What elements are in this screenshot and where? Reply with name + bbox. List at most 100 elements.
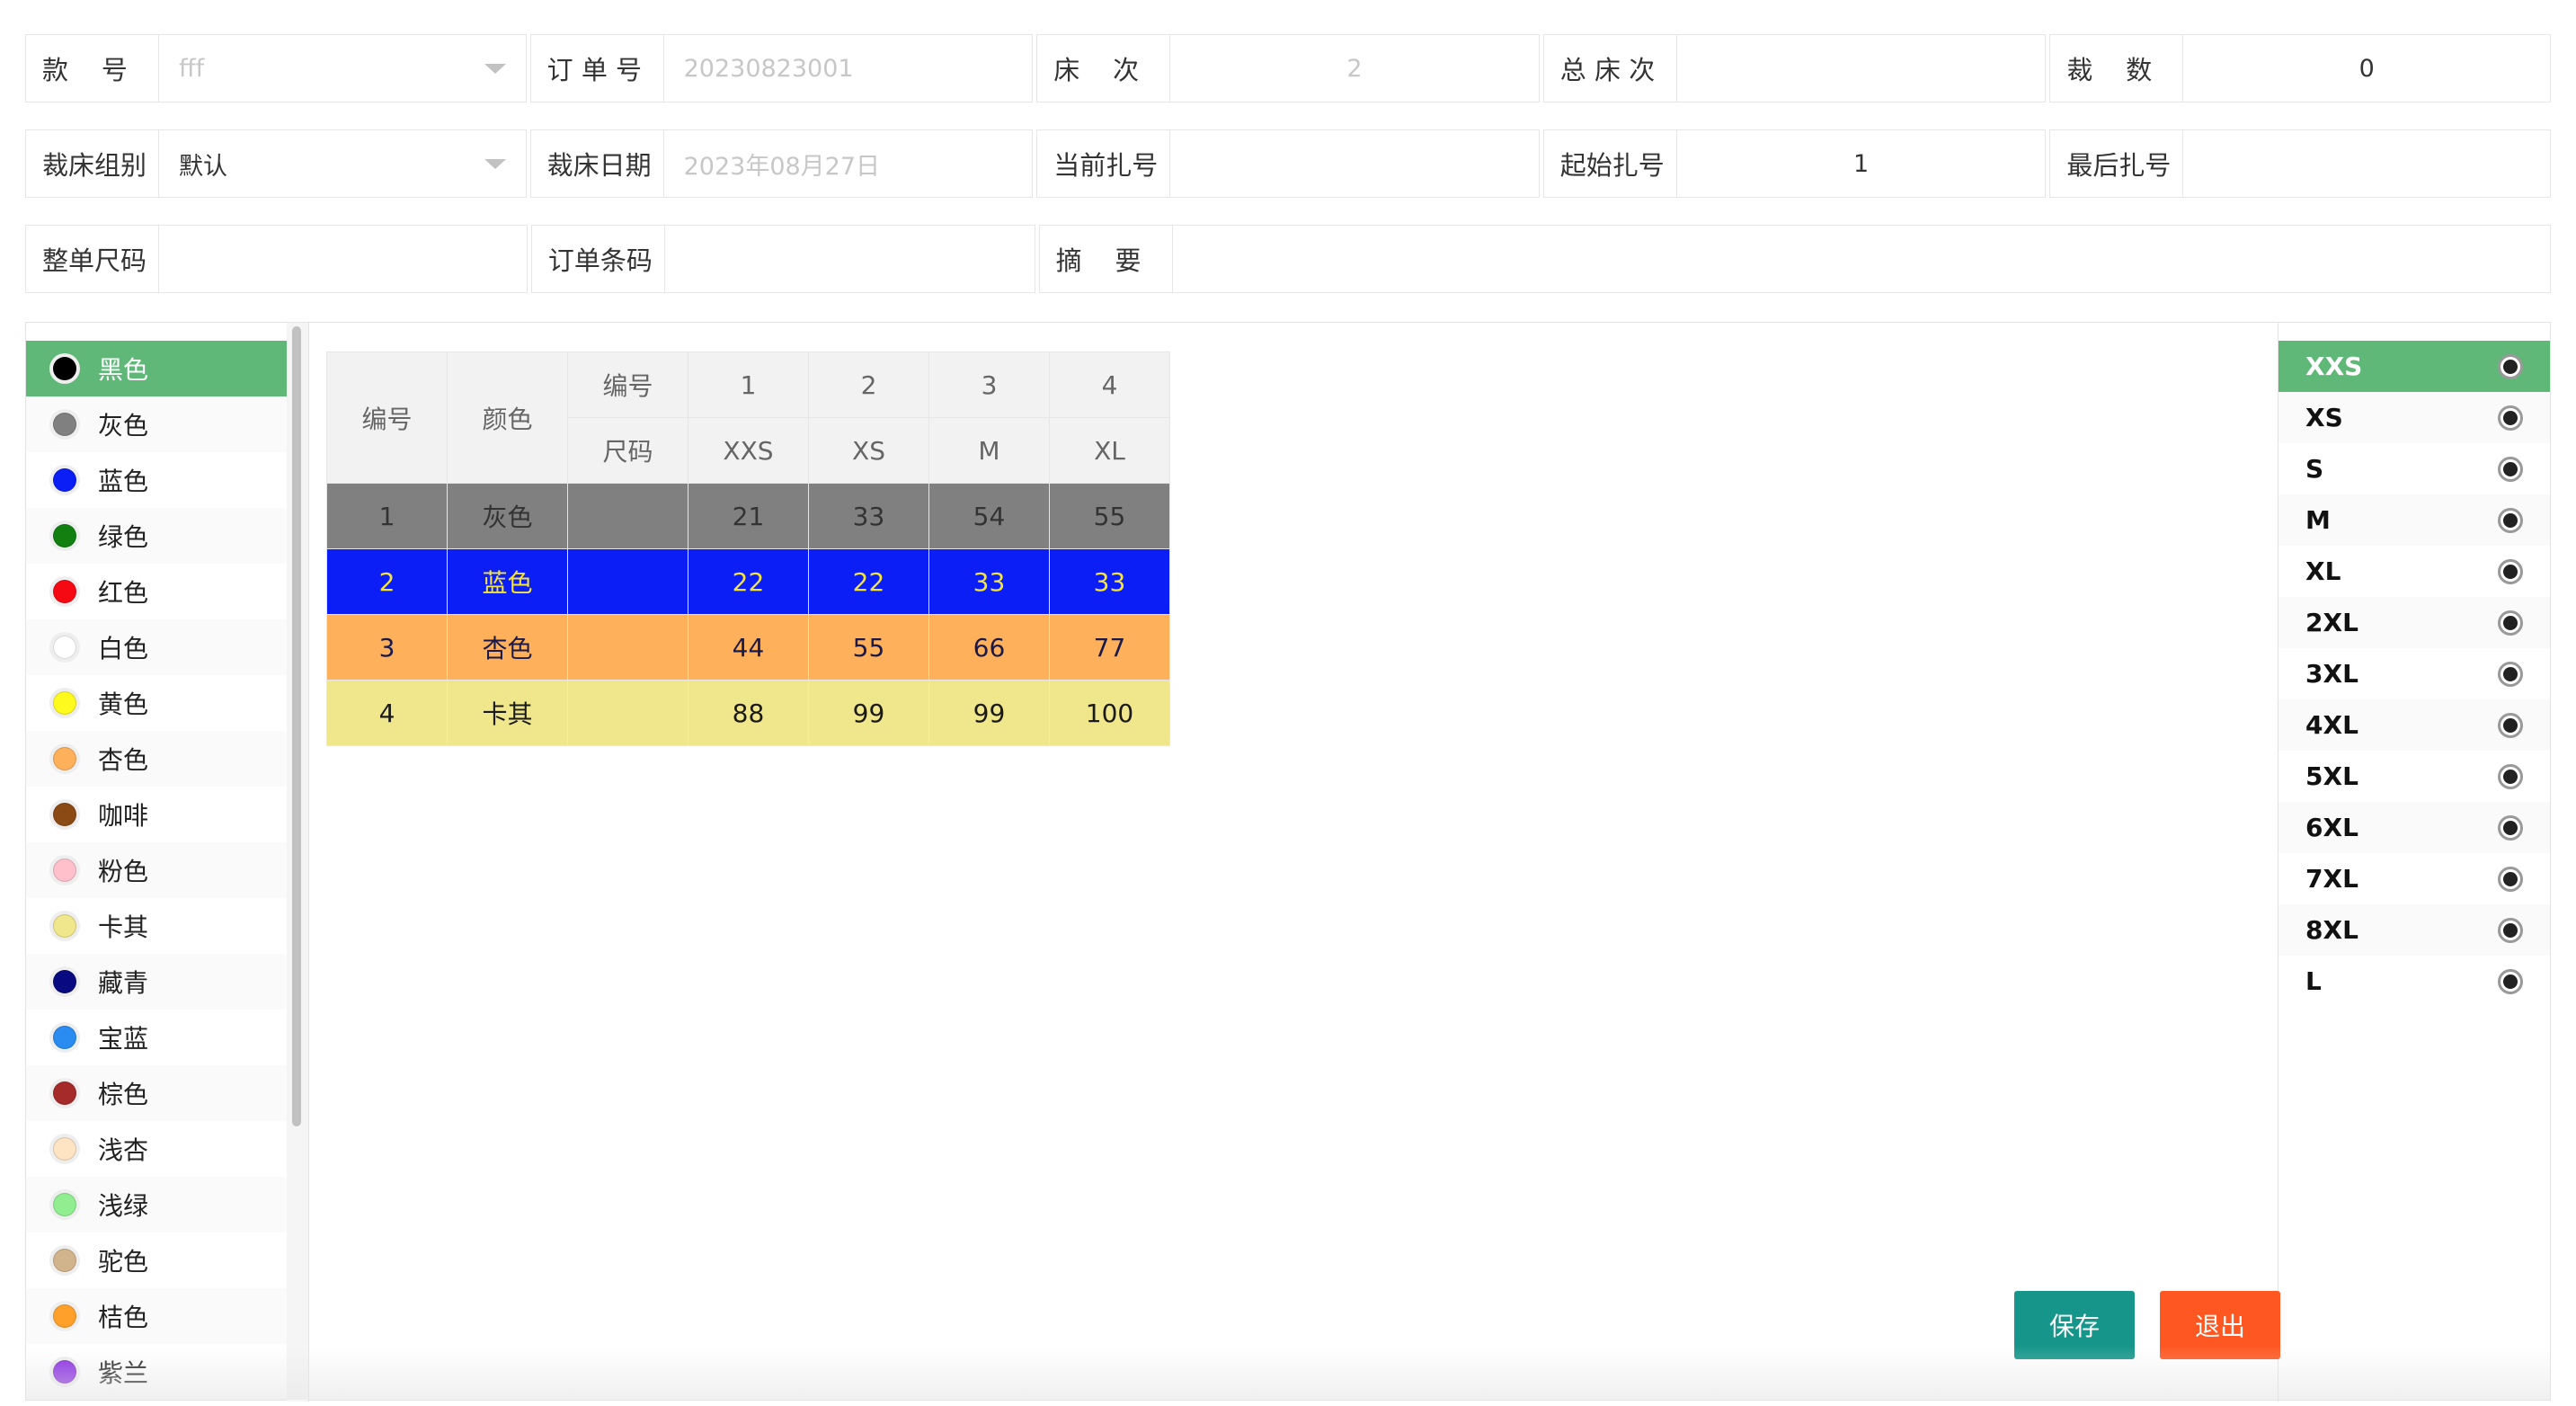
cell-qty[interactable]: 77	[1049, 614, 1170, 681]
chevron-down-icon[interactable]	[484, 159, 506, 169]
color-item[interactable]: 藏青	[26, 954, 287, 1010]
summary-field[interactable]: 摘 要	[1038, 225, 2551, 293]
color-swatch-icon	[53, 468, 76, 492]
color-item[interactable]: 黄色	[26, 675, 287, 731]
cell-qty[interactable]: 33	[928, 548, 1050, 615]
cell-qty[interactable]: 54	[928, 483, 1050, 549]
color-item[interactable]: 红色	[26, 564, 287, 619]
size-item[interactable]: S	[2278, 443, 2550, 494]
cell-qty[interactable]: 21	[688, 483, 809, 549]
order-barcode-input[interactable]	[665, 226, 1035, 292]
color-list-scrollbar[interactable]	[287, 323, 309, 1402]
scrollbar-thumb[interactable]	[292, 326, 301, 1126]
cut-count-field[interactable]: 裁 数 0	[2049, 34, 2551, 102]
size-item[interactable]: L	[2278, 956, 2550, 1007]
cell-qty[interactable]: 99	[928, 680, 1050, 746]
size-item[interactable]: XXS	[2278, 341, 2550, 392]
size-item[interactable]: XL	[2278, 546, 2550, 597]
color-item[interactable]: 浅杏	[26, 1121, 287, 1177]
color-item[interactable]: 杏色	[26, 731, 287, 787]
size-item[interactable]: 7XL	[2278, 853, 2550, 904]
save-button[interactable]: 保存	[2014, 1291, 2135, 1359]
radio-icon[interactable]	[2498, 507, 2523, 533]
cutting-date-input[interactable]: 2023年08月27日	[664, 130, 1033, 197]
current-bundle-input[interactable]	[1170, 130, 1539, 197]
color-item[interactable]: 棕色	[26, 1065, 287, 1121]
radio-icon[interactable]	[2498, 968, 2523, 994]
radio-icon[interactable]	[2498, 917, 2523, 943]
table-row[interactable]: 4 卡其 88 99 99 100	[326, 680, 1170, 746]
bed-no-input[interactable]: 2	[1170, 35, 1539, 102]
radio-icon[interactable]	[2498, 712, 2523, 738]
color-item[interactable]: 粉色	[26, 842, 287, 898]
cell-qty[interactable]: 66	[928, 614, 1050, 681]
cell-qty[interactable]: 33	[1049, 548, 1170, 615]
radio-icon[interactable]	[2498, 610, 2523, 636]
cell-qty[interactable]: 55	[1049, 483, 1170, 549]
radio-icon[interactable]	[2498, 456, 2523, 482]
size-item[interactable]: M	[2278, 494, 2550, 546]
color-swatch-icon	[53, 524, 76, 547]
size-item[interactable]: 2XL	[2278, 597, 2550, 648]
table-row[interactable]: 3 杏色 44 55 66 77	[326, 614, 1170, 681]
exit-button[interactable]: 退出	[2160, 1291, 2280, 1359]
color-item[interactable]: 紫兰	[26, 1344, 287, 1400]
color-item[interactable]: 蓝色	[26, 452, 287, 508]
cell-qty[interactable]: 100	[1049, 680, 1170, 746]
order-size-field[interactable]: 整单尺码	[25, 225, 528, 293]
total-bed-input[interactable]	[1677, 35, 2046, 102]
style-no-select[interactable]: fff	[159, 35, 526, 102]
radio-icon[interactable]	[2498, 866, 2523, 892]
style-no-field[interactable]: 款 号 fff	[25, 34, 527, 102]
last-bundle-field[interactable]: 最后扎号	[2049, 129, 2551, 198]
cutting-group-field[interactable]: 裁床组别 默认	[25, 129, 527, 198]
radio-icon[interactable]	[2498, 763, 2523, 789]
color-item[interactable]: 白色	[26, 619, 287, 675]
color-item[interactable]: 卡其	[26, 898, 287, 954]
cell-qty[interactable]: 55	[808, 614, 929, 681]
chevron-down-icon[interactable]	[484, 64, 506, 74]
start-bundle-input[interactable]: 1	[1677, 130, 2046, 197]
size-item[interactable]: 4XL	[2278, 699, 2550, 751]
cell-qty[interactable]: 33	[808, 483, 929, 549]
order-no-field[interactable]: 订 单 号 20230823001	[529, 34, 1034, 102]
color-item[interactable]: 浅绿	[26, 1177, 287, 1232]
cell-qty[interactable]: 22	[808, 548, 929, 615]
summary-input[interactable]	[1173, 226, 2550, 292]
start-bundle-field[interactable]: 起始扎号 1	[1542, 129, 2047, 198]
radio-icon[interactable]	[2498, 353, 2523, 379]
color-item[interactable]: 宝蓝	[26, 1010, 287, 1065]
total-bed-field[interactable]: 总 床 次	[1542, 34, 2047, 102]
cutting-date-field[interactable]: 裁床日期 2023年08月27日	[529, 129, 1034, 198]
cell-qty[interactable]: 44	[688, 614, 809, 681]
bed-no-field[interactable]: 床 次 2	[1036, 34, 1540, 102]
order-size-input[interactable]	[159, 226, 527, 292]
size-item[interactable]: 5XL	[2278, 751, 2550, 802]
cell-qty[interactable]: 22	[688, 548, 809, 615]
color-item[interactable]: 灰色	[26, 396, 287, 452]
cutting-group-select[interactable]: 默认	[159, 130, 526, 197]
cell-color: 杏色	[447, 614, 568, 681]
color-item[interactable]: 绿色	[26, 508, 287, 564]
table-row[interactable]: 1 灰色 21 33 54 55	[326, 483, 1170, 549]
size-item[interactable]: 8XL	[2278, 904, 2550, 956]
last-bundle-input[interactable]	[2183, 130, 2550, 197]
size-item[interactable]: 3XL	[2278, 648, 2550, 699]
radio-icon[interactable]	[2498, 405, 2523, 431]
order-barcode-field[interactable]: 订单条码	[530, 225, 1035, 293]
color-item[interactable]: 桔色	[26, 1288, 287, 1344]
order-no-input[interactable]: 20230823001	[664, 35, 1033, 102]
color-item[interactable]: 驼色	[26, 1232, 287, 1288]
cell-qty[interactable]: 99	[808, 680, 929, 746]
table-row[interactable]: 2 蓝色 22 22 33 33	[326, 548, 1170, 615]
color-item[interactable]: 黑色	[26, 341, 287, 396]
size-item[interactable]: XS	[2278, 392, 2550, 443]
radio-icon[interactable]	[2498, 814, 2523, 841]
size-item[interactable]: 6XL	[2278, 802, 2550, 853]
radio-icon[interactable]	[2498, 661, 2523, 687]
cut-count-input[interactable]: 0	[2183, 35, 2550, 102]
current-bundle-field[interactable]: 当前扎号	[1036, 129, 1540, 198]
color-item[interactable]: 咖啡	[26, 787, 287, 842]
cell-qty[interactable]: 88	[688, 680, 809, 746]
radio-icon[interactable]	[2498, 558, 2523, 584]
